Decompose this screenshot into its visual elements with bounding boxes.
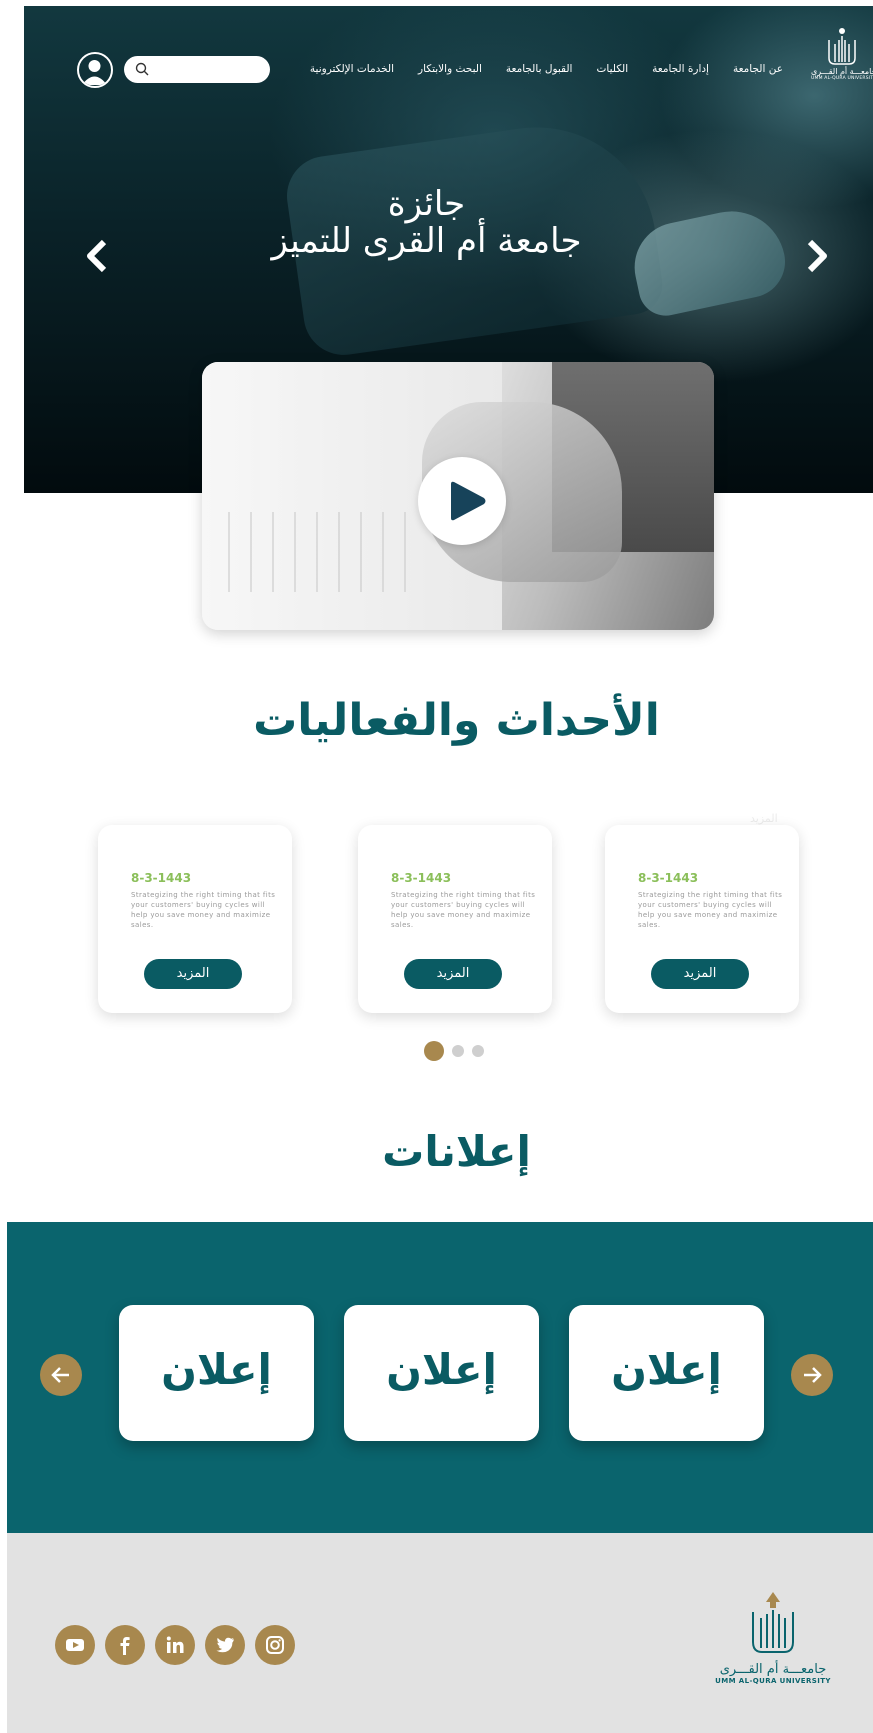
- search-input[interactable]: [156, 60, 256, 79]
- event-card: 8-3-1443 Strategizing the right timing t…: [605, 825, 799, 1013]
- event-description: Strategizing the right timing that fits …: [131, 891, 276, 929]
- logo-english-text: UMM AL-QURA UNIVERSITY: [811, 76, 873, 81]
- university-emblem-icon: [752, 1592, 794, 1653]
- events-section-title: الأحداث والفعاليات: [253, 695, 660, 746]
- hero-next-button[interactable]: [802, 236, 832, 276]
- announcement-card[interactable]: إعلان: [344, 1305, 539, 1441]
- twitter-icon: [216, 1637, 234, 1653]
- events-ghost-text: المزيد: [750, 812, 778, 825]
- footer-logo-arabic-text: جامعـــة أم القـــرى: [719, 1662, 827, 1677]
- play-button[interactable]: [418, 457, 506, 545]
- instagram-icon: [266, 1636, 284, 1654]
- play-icon: [451, 481, 486, 521]
- hero-title-line2: جامعة أم القرى للتميز: [271, 221, 582, 261]
- hero-title-line1: جائزة: [387, 184, 466, 224]
- footer: جامعـــة أم القـــرى UMM AL-QURA UNIVERS…: [7, 1533, 873, 1733]
- hero-prev-button[interactable]: [82, 236, 112, 276]
- event-card: 8-3-1443 Strategizing the right timing t…: [98, 825, 292, 1013]
- event-more-button[interactable]: المزيد: [144, 959, 242, 989]
- announcement-card[interactable]: إعلان: [119, 1305, 314, 1441]
- nav-item-colleges[interactable]: الكليات: [596, 63, 628, 75]
- nav-item-e-services[interactable]: الخدمات الإلكترونية: [310, 63, 394, 75]
- event-date: 8-3-1443: [391, 871, 452, 885]
- events-pagination: [424, 1041, 484, 1061]
- nav-item-admission[interactable]: القبول بالجامعة: [506, 63, 573, 75]
- facebook-icon: [120, 1637, 130, 1655]
- nav-item-about[interactable]: عن الجامعة: [733, 63, 783, 75]
- video-player[interactable]: [202, 362, 714, 630]
- arrow-right-icon: [804, 1367, 822, 1383]
- instagram-link[interactable]: [255, 1625, 295, 1665]
- chevron-left-icon: [87, 239, 107, 273]
- facebook-link[interactable]: [105, 1625, 145, 1665]
- search-icon[interactable]: [135, 62, 149, 76]
- event-date: 8-3-1443: [131, 871, 192, 885]
- nav-item-administration[interactable]: إدارة الجامعة: [652, 63, 709, 75]
- pagination-dot-2[interactable]: [452, 1045, 464, 1057]
- account-button[interactable]: [77, 52, 113, 88]
- announcement-label: إعلان: [611, 1345, 722, 1394]
- university-logo[interactable]: جامعـــة أم القـــرى UMM AL-QURA UNIVERS…: [811, 26, 873, 90]
- nav-item-research[interactable]: البحث والابتكار: [418, 63, 482, 75]
- university-emblem-icon: [828, 28, 856, 65]
- twitter-link[interactable]: [205, 1625, 245, 1665]
- announcements-section-title: إعلانات: [382, 1127, 531, 1176]
- pagination-dot-3[interactable]: [472, 1045, 484, 1057]
- announcements-band: إعلان إعلان إعلان: [7, 1222, 873, 1533]
- main-nav: عن الجامعة إدارة الجامعة الكليات القبول …: [310, 63, 783, 75]
- video-thumbnail-lines: [216, 512, 416, 592]
- social-links: [55, 1625, 295, 1665]
- event-description: Strategizing the right timing that fits …: [638, 891, 783, 929]
- event-more-button[interactable]: المزيد: [404, 959, 502, 989]
- event-card: 8-3-1443 Strategizing the right timing t…: [358, 825, 552, 1013]
- user-icon: [82, 60, 107, 85]
- linkedin-icon: [166, 1636, 184, 1653]
- event-date: 8-3-1443: [638, 871, 699, 885]
- announcement-label: إعلان: [161, 1345, 272, 1394]
- announcements-prev-button[interactable]: [40, 1354, 82, 1396]
- event-more-button[interactable]: المزيد: [651, 959, 749, 989]
- announcements-next-button[interactable]: [791, 1354, 833, 1396]
- pagination-dot-1[interactable]: [424, 1041, 444, 1061]
- logo-arabic-text: جامعـــة أم القـــرى: [811, 67, 873, 76]
- footer-university-logo[interactable]: جامعـــة أم القـــرى UMM AL-QURA UNIVERS…: [713, 1588, 833, 1685]
- linkedin-link[interactable]: [155, 1625, 195, 1665]
- announcement-card[interactable]: إعلان: [569, 1305, 764, 1441]
- youtube-link[interactable]: [55, 1625, 95, 1665]
- announcement-label: إعلان: [386, 1345, 497, 1394]
- arrow-left-icon: [51, 1367, 69, 1383]
- chevron-right-icon: [807, 239, 827, 273]
- youtube-icon: [66, 1639, 84, 1651]
- footer-logo-english-text: UMM AL-QURA UNIVERSITY: [715, 1677, 831, 1685]
- search-box: [124, 56, 270, 83]
- event-description: Strategizing the right timing that fits …: [391, 891, 536, 929]
